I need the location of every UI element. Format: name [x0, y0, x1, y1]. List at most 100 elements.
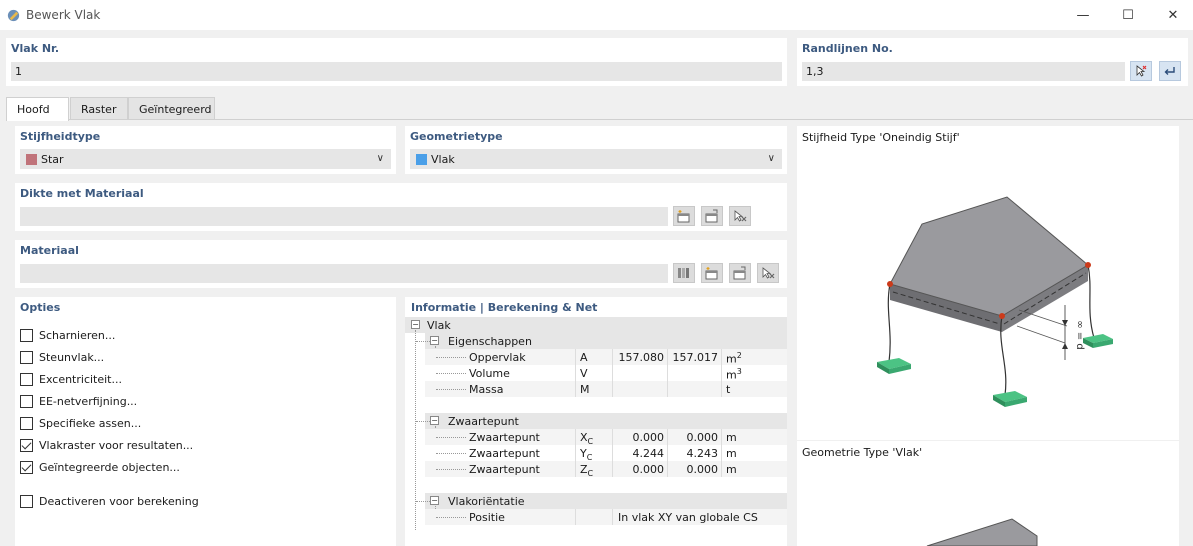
tab-hoofd[interactable]: Hoofd: [6, 97, 69, 121]
randlijnen-input[interactable]: 1,3: [802, 62, 1125, 81]
tree-line: [436, 357, 466, 358]
randlijnen-group: Randlijnen No. 1,3: [797, 38, 1188, 86]
row-unit: m3: [726, 367, 742, 382]
stijfheid-select[interactable]: Star ∨: [20, 149, 391, 169]
geometrie-label: Geometrietype: [410, 130, 503, 143]
option-scharnieren[interactable]: Scharnieren...: [20, 327, 115, 343]
chevron-down-icon: ∨: [767, 153, 775, 164]
edit-thickness-button[interactable]: [701, 206, 723, 226]
edit-item-icon: [705, 209, 718, 223]
option-excentriciteit[interactable]: Excentriciteit...: [20, 371, 122, 387]
tree-line: [436, 389, 466, 390]
stijfheid-color-swatch: [26, 154, 37, 165]
stijfheid-preview: Stijfheid Type 'Oneindig Stijf' ∞ = d: [797, 126, 1179, 440]
tree-line: [416, 421, 430, 422]
row-value: In vlak XY van globale CS: [618, 511, 758, 524]
tab-geintegreerd[interactable]: Geïntegreerd: [128, 97, 215, 120]
geometrie-preview-title: Geometrie Type 'Vlak': [802, 446, 923, 459]
tab-raster[interactable]: Raster: [70, 97, 128, 120]
option-ee-netverfijning[interactable]: EE-netverfijning...: [20, 393, 137, 409]
option-steunvlak[interactable]: Steunvlak...: [20, 349, 104, 365]
opties-label: Opties: [20, 301, 61, 314]
orientatie-label: Vlakoriëntatie: [448, 495, 525, 508]
checkbox-checked[interactable]: [20, 460, 33, 474]
materiaal-group: Materiaal: [15, 240, 787, 288]
dikte-select[interactable]: [20, 207, 668, 226]
close-button[interactable]: ✕: [1150, 0, 1193, 30]
checkbox[interactable]: [20, 416, 33, 430]
materiaal-select[interactable]: [20, 264, 668, 283]
option-label: Specifieke assen...: [39, 416, 142, 430]
collapse-icon[interactable]: −: [430, 336, 439, 345]
option-label: Geïntegreerde objecten...: [39, 460, 180, 474]
geometrie-select[interactable]: Vlak ∨: [410, 149, 782, 169]
tree-line: [436, 517, 466, 518]
checkbox[interactable]: [20, 328, 33, 342]
vlak-nr-input[interactable]: 1: [11, 62, 782, 81]
plane-illustration: [926, 518, 1038, 546]
eigenschappen-label: Eigenschappen: [448, 335, 532, 348]
app-icon: [7, 9, 20, 22]
option-label: EE-netverfijning...: [39, 394, 138, 408]
geometrie-group: Geometrietype Vlak ∨: [405, 126, 787, 174]
delete-material-button[interactable]: [757, 263, 779, 283]
tree-line: [416, 501, 430, 502]
checkbox[interactable]: [20, 372, 33, 386]
maximize-icon: ☐: [1122, 7, 1134, 23]
tree-line: [416, 341, 430, 342]
new-thickness-button[interactable]: [673, 206, 695, 226]
checkbox[interactable]: [20, 494, 33, 508]
stijfheid-value: Star: [41, 153, 64, 166]
zwaartepunt-label: Zwaartepunt: [448, 415, 519, 428]
row-name: Zwaartepunt: [469, 463, 540, 476]
checkbox-checked[interactable]: [20, 438, 33, 452]
collapse-icon[interactable]: −: [430, 416, 439, 425]
pick-lines-button[interactable]: [1130, 61, 1152, 81]
option-specifieke-assen[interactable]: Specifieke assen...: [20, 415, 141, 431]
row-value-2: 0.000: [686, 463, 719, 476]
chevron-down-icon: ∨: [376, 153, 384, 164]
row-name: Volume: [469, 367, 510, 380]
row-value-2: 4.243: [686, 447, 719, 460]
checkbox[interactable]: [20, 350, 33, 364]
tree-line: [436, 469, 466, 470]
collapse-icon[interactable]: −: [430, 496, 439, 505]
randlijnen-label: Randlijnen No.: [802, 42, 893, 55]
minimize-icon: —: [1076, 7, 1090, 23]
vlak-nr-group: Vlak Nr. 1: [6, 38, 787, 86]
row-unit: m2: [726, 351, 742, 366]
option-label: Deactiveren voor berekening: [39, 494, 199, 508]
option-label: Vlakraster voor resultaten...: [39, 438, 194, 452]
option-label: Scharnieren...: [39, 328, 116, 342]
window-title: Bewerk Vlak: [26, 8, 101, 22]
return-button[interactable]: [1159, 61, 1181, 81]
new-material-button[interactable]: [701, 263, 723, 283]
row-name: Massa: [469, 383, 504, 396]
minimize-button[interactable]: —: [1060, 0, 1106, 30]
stijfheid-label: Stijfheidtype: [20, 130, 101, 143]
new-item-icon: [705, 267, 718, 280]
row-unit: m: [726, 463, 737, 476]
dikte-label: Dikte met Materiaal: [20, 187, 144, 200]
row-value-1: 0.000: [632, 463, 665, 476]
row-symbol: A: [580, 351, 588, 364]
option-geintegreerde-objecten[interactable]: Geïntegreerde objecten...: [20, 459, 180, 475]
geometrie-preview: Geometrie Type 'Vlak': [797, 441, 1179, 546]
option-vlakraster[interactable]: Vlakraster voor resultaten...: [20, 437, 193, 453]
row-value-1: 0.000: [632, 431, 665, 444]
pick-delete-icon: [762, 267, 775, 279]
materiaal-label: Materiaal: [20, 244, 79, 257]
maximize-button[interactable]: ☐: [1105, 0, 1151, 30]
row-value-2: 157.017: [672, 351, 719, 364]
delete-thickness-button[interactable]: [729, 206, 751, 226]
dikte-group: Dikte met Materiaal: [15, 183, 787, 231]
option-label: Excentriciteit...: [39, 372, 122, 386]
option-deactiveren[interactable]: Deactiveren voor berekening: [20, 493, 199, 509]
checkbox[interactable]: [20, 394, 33, 408]
edit-material-button[interactable]: [729, 263, 751, 283]
collapse-icon[interactable]: −: [411, 320, 420, 329]
library-button[interactable]: [673, 263, 695, 283]
tree-line: [415, 330, 416, 530]
vlak-nr-label: Vlak Nr.: [11, 42, 60, 55]
rigid-slab-illustration: ∞ = d: [877, 196, 1113, 407]
